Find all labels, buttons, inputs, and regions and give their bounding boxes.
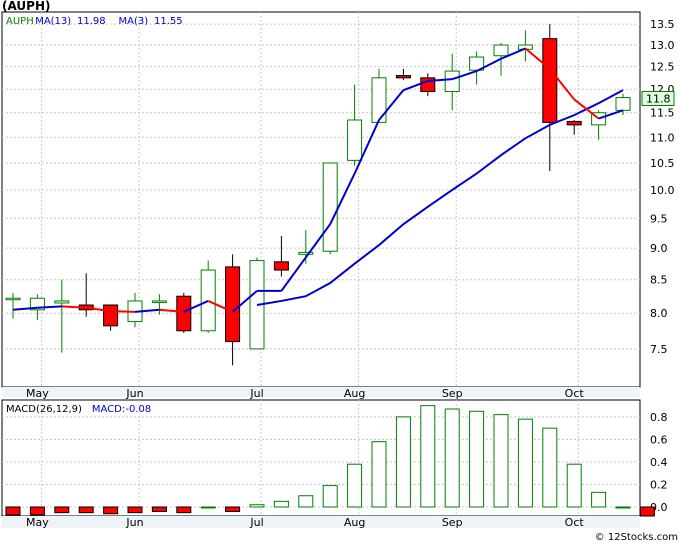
price-x-tick-label: Aug (344, 387, 365, 400)
macd-y-tick-label: 0.2 (650, 478, 668, 491)
macd-bar (200, 506, 216, 509)
macd-bar (371, 441, 387, 508)
candle-body (225, 266, 241, 343)
price-x-axis-strip (2, 387, 640, 397)
candle-body (347, 119, 363, 161)
macd-bar (151, 506, 167, 512)
candle-body (395, 75, 411, 79)
macd-bar (298, 495, 314, 508)
macd-bar (591, 491, 607, 508)
price-y-tick-label: 10.0 (650, 184, 675, 197)
candle-body (54, 300, 70, 304)
macd-bar (517, 418, 533, 508)
candle-body (566, 120, 582, 126)
price-x-tick-label: May (26, 387, 49, 400)
macd-bar (5, 506, 21, 516)
macd-y-tick-label: 0.4 (650, 456, 668, 469)
macd-legend-item: MACD: (92, 404, 125, 415)
macd-x-tick-label: Jun (125, 516, 143, 529)
macd-x-tick-label: Aug (344, 516, 365, 529)
price-y-tick-label: 13.5 (650, 18, 675, 31)
candle-body (322, 162, 338, 252)
macd-bar (322, 485, 338, 508)
macd-legend-value: -0.08 (125, 404, 151, 415)
price-legend-value: 11.55 (154, 16, 183, 27)
price-legend-item: MA(13) (35, 16, 71, 27)
candle-body (444, 70, 460, 93)
price-y-tick-label: 8.5 (650, 274, 668, 287)
price-y-tick-label: 9.5 (650, 212, 668, 225)
macd-x-tick-label: Jul (249, 516, 263, 529)
macd-bar (420, 405, 436, 508)
price-y-tick-label: 7.5 (650, 343, 668, 356)
macd-bar (127, 506, 143, 514)
macd-bar (29, 506, 45, 516)
macd-bar (273, 500, 289, 508)
macd-x-tick-label: Oct (565, 516, 585, 529)
macd-legend-item: MACD(26,12,9) (6, 404, 82, 415)
candle-body (103, 304, 119, 327)
candle-body (615, 97, 631, 111)
macd-bar (78, 506, 94, 514)
candle-body (200, 269, 216, 332)
macd-y-tick-label: 0.6 (650, 433, 668, 446)
macd-bar (395, 416, 411, 508)
last-price-label: 11.8 (646, 93, 671, 106)
price-legend-item: MA(3) (119, 16, 149, 27)
macd-bar (444, 408, 460, 508)
stock-chart: 7.58.08.59.09.510.010.511.011.512.012.51… (1, 11, 675, 529)
macd-x-axis-strip (2, 516, 640, 528)
ma3-segment (61, 305, 87, 309)
price-y-tick-label: 11.5 (650, 107, 675, 120)
price-legend-value: 11.98 (77, 16, 106, 27)
footer-credit: © 12Stocks.com (594, 532, 678, 543)
candle-body (542, 38, 558, 123)
macd-bar (54, 506, 70, 514)
macd-y-tick-label: 0.8 (650, 411, 668, 424)
ma3-segment (37, 305, 62, 309)
candle-body (273, 261, 289, 271)
price-y-tick-label: 8.0 (650, 307, 668, 320)
price-y-tick-label: 9.0 (650, 242, 668, 255)
macd-bar (469, 410, 485, 508)
macd-bar (347, 463, 363, 508)
candle-body (176, 295, 192, 332)
macd-bar (249, 504, 265, 508)
candle-body (5, 297, 21, 301)
macd-x-tick-label: May (26, 516, 49, 529)
macd-panel: 0.00.20.40.60.8May Jun Jul Aug Sep OctMACD(26… (1, 399, 668, 529)
price-x-tick-label: Jul (249, 387, 263, 400)
price-panel: 7.58.08.59.09.510.010.511.011.512.012.51… (1, 11, 675, 400)
macd-bar (615, 506, 631, 509)
price-x-tick-label: Sep (442, 387, 463, 400)
macd-bar (493, 414, 509, 508)
price-y-tick-label: 13.0 (650, 39, 675, 52)
macd-bar (103, 506, 119, 515)
price-y-tick-label: 10.5 (650, 157, 675, 170)
price-y-tick-label: 12.5 (650, 61, 675, 74)
macd-bar (566, 463, 582, 508)
candle-body (493, 44, 509, 57)
macd-bar (176, 506, 192, 514)
candle-body (151, 300, 167, 303)
ma3-segment (110, 310, 136, 313)
price-y-tick-label: 11.0 (650, 131, 675, 144)
candle-body (371, 77, 387, 123)
price-legend-item: AUPH (6, 16, 34, 27)
macd-bar (639, 506, 655, 517)
price-x-tick-label: Jun (125, 387, 143, 400)
macd-x-tick-label: Sep (442, 516, 463, 529)
candle-body (298, 251, 314, 255)
macd-bar (225, 506, 241, 512)
macd-bar (542, 427, 558, 508)
price-x-tick-label: Oct (565, 387, 585, 400)
